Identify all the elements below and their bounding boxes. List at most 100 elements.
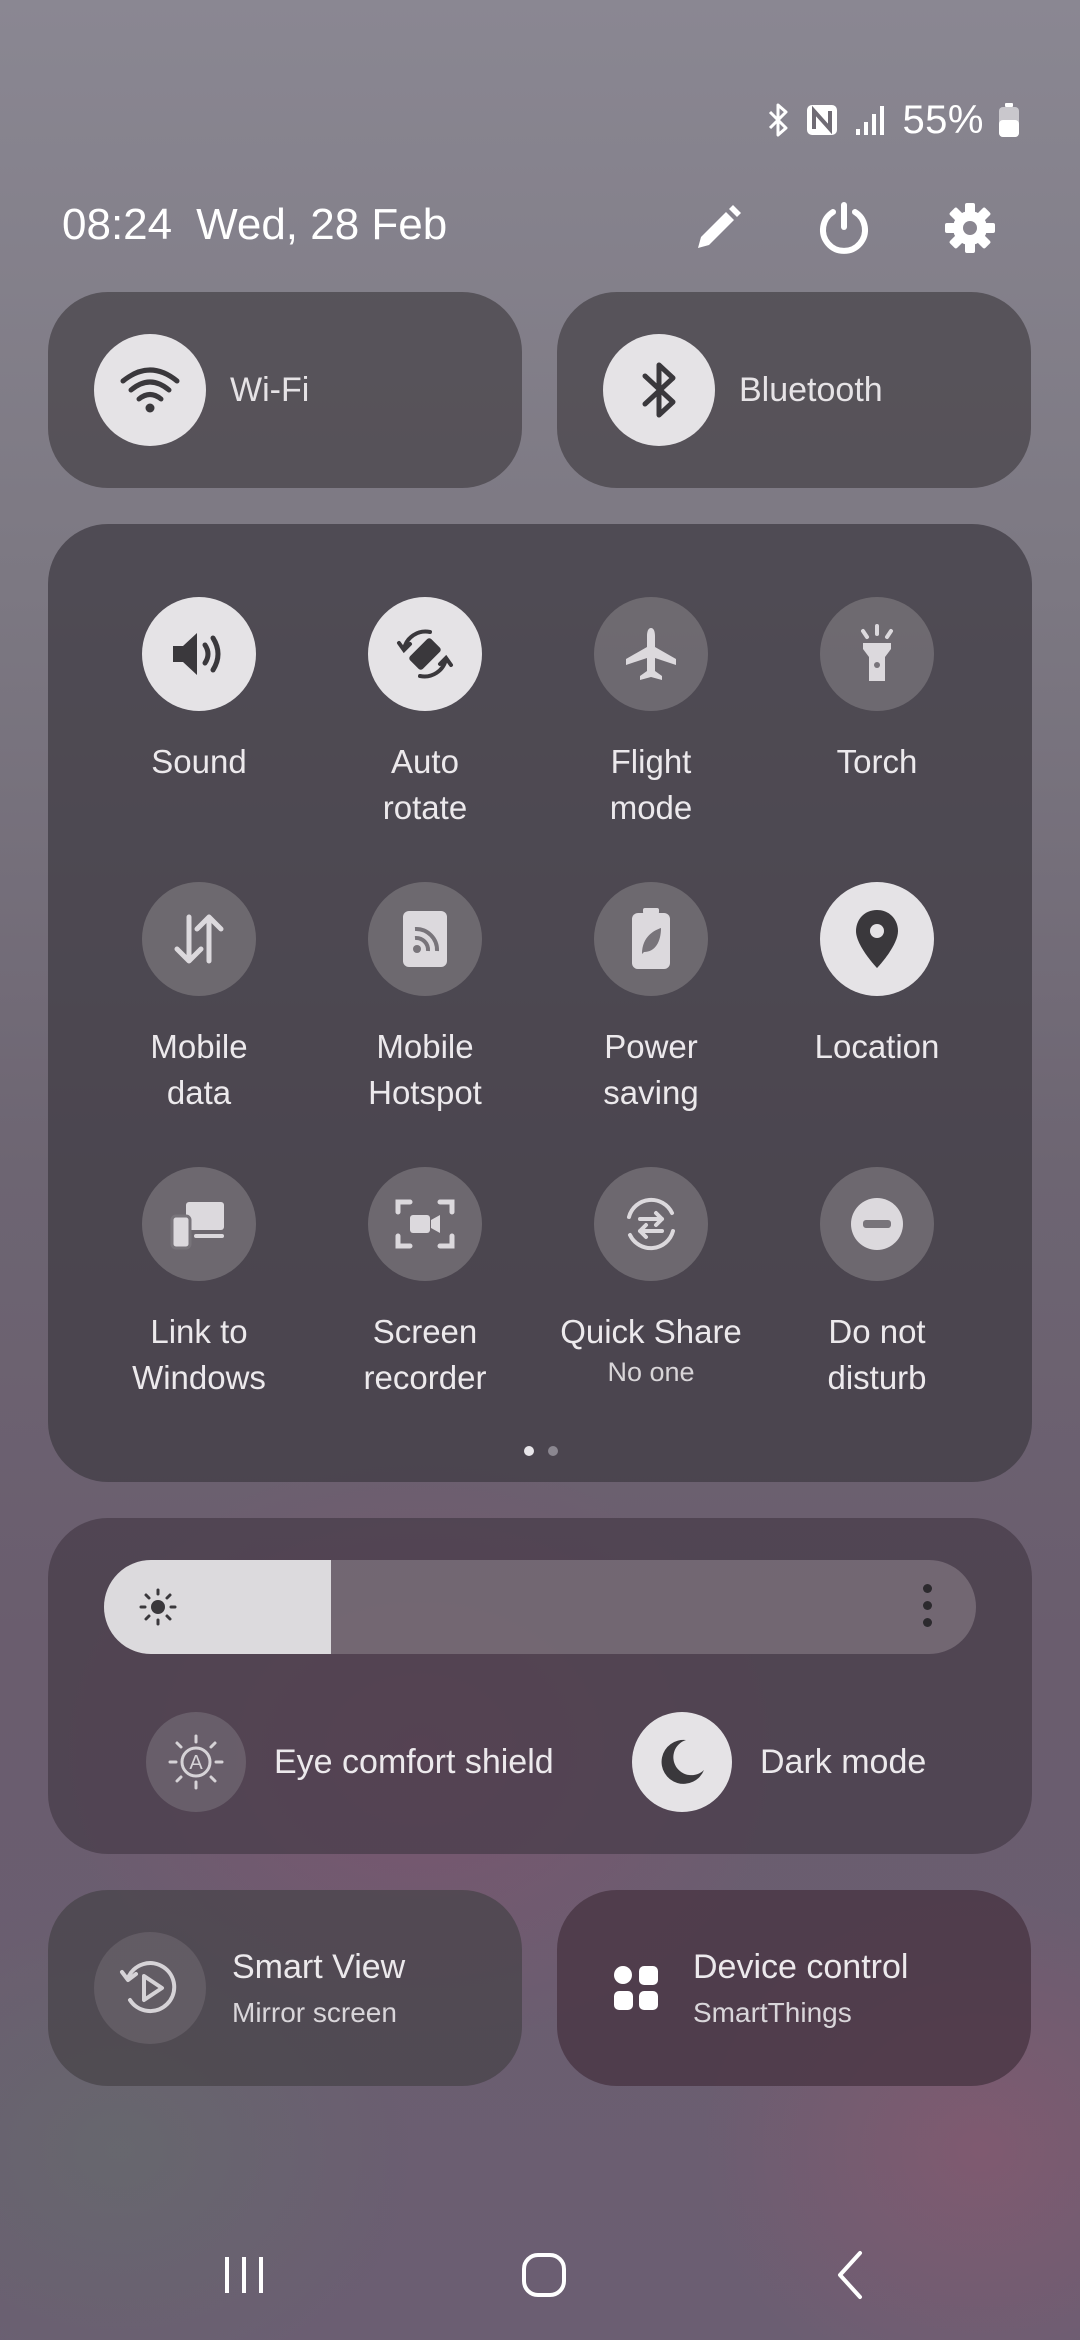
airplane-icon — [626, 628, 676, 680]
quick-share-status: No one — [607, 1357, 695, 1387]
screen-recorder-icon — [395, 1199, 455, 1249]
smart-view-icon — [120, 1961, 177, 2014]
signal-icon — [854, 103, 888, 137]
battery-percent: 55% — [902, 97, 984, 142]
page-indicator[interactable] — [524, 1446, 558, 1456]
do-not-disturb-icon — [851, 1198, 903, 1250]
torch-icon — [861, 624, 893, 681]
link-to-windows-label: Link to Windows — [132, 1313, 266, 1396]
eye-comfort-toggle[interactable]: A — [146, 1712, 246, 1812]
torch-toggle[interactable] — [820, 597, 934, 711]
bluetooth-toggle[interactable] — [603, 334, 715, 446]
do-not-disturb-label: Do not disturb — [827, 1313, 927, 1396]
brightness-sun-icon — [138, 1587, 178, 1632]
link-to-windows-tile[interactable]: Link to Windows — [86, 1167, 312, 1401]
page-dot-1 — [524, 1446, 534, 1456]
flight-mode-toggle[interactable] — [594, 597, 708, 711]
quick-share-toggle[interactable] — [594, 1167, 708, 1281]
smart-view-tile[interactable]: Smart View Mirror screen — [48, 1890, 522, 2086]
location-label: Location — [814, 1028, 940, 1065]
brightness-more-icon[interactable] — [923, 1584, 932, 1627]
mobile-data-tile[interactable]: Mobile data — [86, 882, 312, 1116]
recents-button[interactable] — [204, 2240, 284, 2310]
eye-comfort-shield-option[interactable]: A Eye comfort shield — [146, 1712, 554, 1812]
torch-tile[interactable]: Torch — [764, 597, 990, 785]
mobile-hotspot-tile[interactable]: Mobile Hotspot — [312, 882, 538, 1116]
smart-view-title: Smart View — [232, 1947, 406, 1986]
mobile-hotspot-label: Mobile Hotspot — [368, 1028, 482, 1111]
recents-icon — [225, 2257, 263, 2293]
power-saving-icon — [632, 908, 670, 969]
clock-date[interactable]: 08:24 Wed, 28 Feb — [62, 200, 447, 250]
mobile-data-icon — [174, 914, 224, 964]
quick-share-tile[interactable]: Quick Share No one — [538, 1167, 764, 1388]
wifi-toggle[interactable] — [94, 334, 206, 446]
screen-recorder-label: Screen recorder — [363, 1313, 487, 1396]
location-toggle[interactable] — [820, 882, 934, 996]
page-dot-2 — [548, 1446, 558, 1456]
sound-icon — [173, 633, 221, 675]
power-saving-tile[interactable]: Power saving — [538, 882, 764, 1116]
sound-toggle[interactable] — [142, 597, 256, 711]
bluetooth-icon — [766, 102, 790, 138]
torch-label: Torch — [836, 743, 918, 780]
quick-share-icon — [627, 1197, 675, 1251]
device-control-tile[interactable]: Device control SmartThings — [557, 1890, 1031, 2086]
wifi-icon — [120, 367, 180, 413]
power-saving-label: Power saving — [603, 1028, 699, 1111]
bluetooth-icon — [642, 362, 676, 418]
edit-icon — [698, 205, 741, 248]
back-button[interactable] — [810, 2240, 890, 2310]
bluetooth-label: Bluetooth — [739, 370, 883, 409]
settings-button[interactable] — [938, 196, 1002, 260]
location-tile[interactable]: Location — [764, 882, 990, 1070]
hotspot-icon — [403, 911, 447, 967]
bluetooth-tile[interactable]: Bluetooth — [557, 292, 1031, 488]
wifi-tile[interactable]: Wi-Fi — [48, 292, 522, 488]
auto-rotate-toggle[interactable] — [368, 597, 482, 711]
eye-comfort-label: Eye comfort shield — [274, 1742, 554, 1781]
power-icon — [820, 202, 868, 254]
screen-recorder-toggle[interactable] — [368, 1167, 482, 1281]
flight-mode-tile[interactable]: Flight mode — [538, 597, 764, 831]
mobile-data-label: Mobile data — [150, 1028, 248, 1111]
eye-comfort-icon: A — [168, 1734, 224, 1790]
power-button[interactable] — [812, 196, 876, 260]
auto-rotate-tile[interactable]: Auto rotate — [312, 597, 538, 831]
brightness-slider[interactable] — [104, 1560, 976, 1654]
dark-mode-label: Dark mode — [760, 1742, 927, 1781]
device-control-title: Device control — [693, 1947, 909, 1986]
smart-view-subtitle: Mirror screen — [232, 1996, 397, 2028]
mobile-data-toggle[interactable] — [142, 882, 256, 996]
sound-label: Sound — [151, 743, 247, 780]
flight-mode-label: Flight mode — [609, 743, 693, 826]
dark-mode-option[interactable]: Dark mode — [632, 1712, 926, 1812]
settings-icon — [945, 203, 995, 253]
nfc-icon — [804, 102, 840, 138]
do-not-disturb-tile[interactable]: Do not disturb — [764, 1167, 990, 1401]
link-to-windows-toggle[interactable] — [142, 1167, 256, 1281]
edit-button[interactable] — [686, 196, 750, 260]
home-icon — [522, 2253, 566, 2297]
screen-recorder-tile[interactable]: Screen recorder — [312, 1167, 538, 1401]
sound-tile[interactable]: Sound — [86, 597, 312, 785]
auto-rotate-label: Auto rotate — [382, 743, 468, 826]
home-button[interactable] — [504, 2240, 584, 2310]
quick-share-label: Quick Share — [560, 1313, 742, 1350]
power-saving-toggle[interactable] — [594, 882, 708, 996]
do-not-disturb-toggle[interactable] — [820, 1167, 934, 1281]
dark-mode-toggle[interactable] — [632, 1712, 732, 1812]
link-to-windows-icon — [170, 1202, 224, 1250]
svg-text:A: A — [189, 1752, 203, 1774]
auto-rotate-icon — [397, 629, 453, 679]
back-icon — [838, 2251, 862, 2299]
device-control-subtitle: SmartThings — [693, 1996, 852, 2028]
battery-icon — [998, 102, 1020, 138]
clock-time: 08:24 — [62, 200, 173, 249]
smart-view-button[interactable] — [94, 1932, 206, 2044]
device-control-icon — [611, 1963, 661, 2013]
mobile-hotspot-toggle[interactable] — [368, 882, 482, 996]
location-icon — [856, 910, 898, 968]
wifi-label: Wi-Fi — [230, 370, 310, 409]
date: Wed, 28 Feb — [196, 200, 448, 249]
